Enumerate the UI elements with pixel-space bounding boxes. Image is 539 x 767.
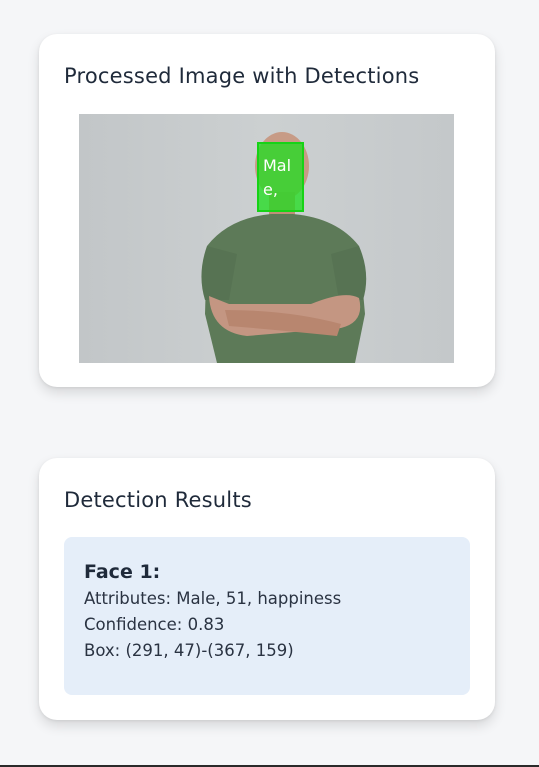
detection-results-card: Detection Results Face 1: Attributes: Ma… [39, 458, 495, 720]
processed-image-card: Processed Image with Detections Male, [39, 34, 495, 387]
detection-results-title: Detection Results [64, 488, 252, 512]
face-box-coordinates: Box: (291, 47)-(367, 159) [84, 641, 294, 660]
detection-label: Male, [263, 156, 292, 199]
face-result-panel: Face 1: Attributes: Male, 51, happiness … [64, 537, 470, 695]
face-confidence: Confidence: 0.83 [84, 615, 225, 634]
processed-image-title: Processed Image with Detections [64, 64, 420, 88]
face-detection-box: Male, [257, 142, 304, 212]
face-attributes: Attributes: Male, 51, happiness [84, 589, 342, 608]
face-heading: Face 1: [84, 561, 161, 583]
processed-image: Male, [79, 114, 454, 363]
